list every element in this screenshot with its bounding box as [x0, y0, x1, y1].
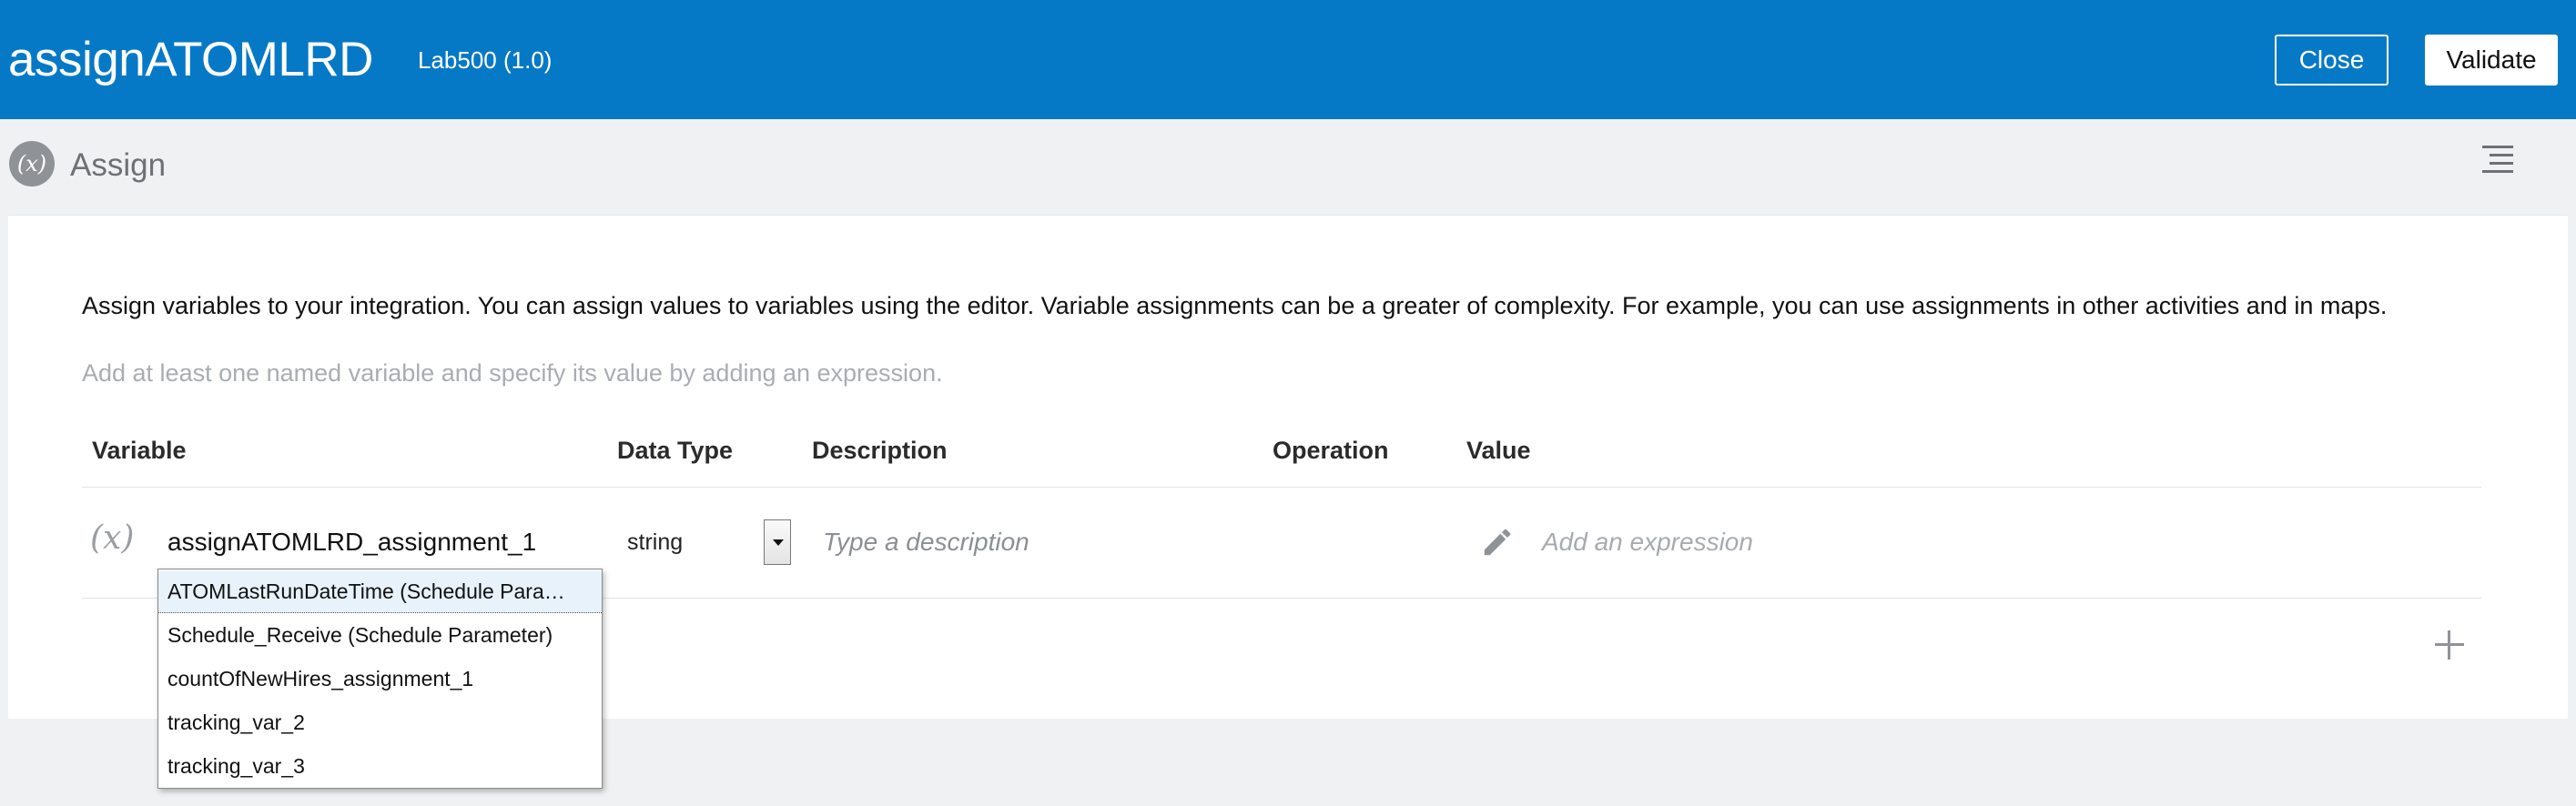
- top-bar: assignATOMLRD Lab500 (1.0) Close Validat…: [0, 0, 2576, 119]
- column-header-variable: Variable: [92, 437, 187, 464]
- column-header-operation: Operation: [1273, 437, 1389, 464]
- close-button[interactable]: Close: [2275, 35, 2388, 86]
- intro-text: Assign variables to your integration. Yo…: [82, 292, 2388, 319]
- integration-title: assignATOMLRD: [8, 33, 373, 86]
- variable-x-icon: (x): [9, 141, 55, 186]
- variable-dropdown-list: ATOMLastRunDateTime (Schedule Para… Sche…: [157, 569, 603, 789]
- action-title: Assign: [70, 147, 167, 183]
- integration-version: Lab500 (1.0): [418, 46, 553, 74]
- column-header-value: Value: [1466, 437, 1531, 464]
- action-header: (x) Assign: [0, 119, 2576, 210]
- column-header-description: Description: [812, 437, 948, 464]
- value-expression[interactable]: Add an expression: [1542, 527, 1753, 558]
- header-divider: [82, 487, 2481, 488]
- pencil-icon[interactable]: [1480, 525, 1515, 559]
- hint-text: Add at least one named variable and spec…: [82, 359, 943, 387]
- validate-button[interactable]: Validate: [2425, 35, 2558, 86]
- menu-lines-icon[interactable]: [2482, 144, 2513, 176]
- dropdown-option[interactable]: tracking_var_2: [158, 702, 602, 744]
- data-type-value: string: [627, 529, 684, 555]
- dropdown-option[interactable]: tracking_var_3: [158, 746, 602, 788]
- plus-icon[interactable]: [2435, 630, 2464, 660]
- column-header-data-type: Data Type: [617, 437, 734, 464]
- variable-name[interactable]: assignATOMLRD_assignment_1: [167, 527, 536, 558]
- dropdown-option[interactable]: countOfNewHires_assignment_1: [158, 659, 602, 700]
- dropdown-option[interactable]: ATOMLastRunDateTime (Schedule Para…: [158, 571, 602, 613]
- description-input[interactable]: [823, 521, 1260, 563]
- dropdown-option[interactable]: Schedule_Receive (Schedule Parameter): [158, 615, 602, 657]
- dropdown-arrow-icon[interactable]: [764, 519, 791, 565]
- variable-x-icon: (x): [90, 519, 135, 557]
